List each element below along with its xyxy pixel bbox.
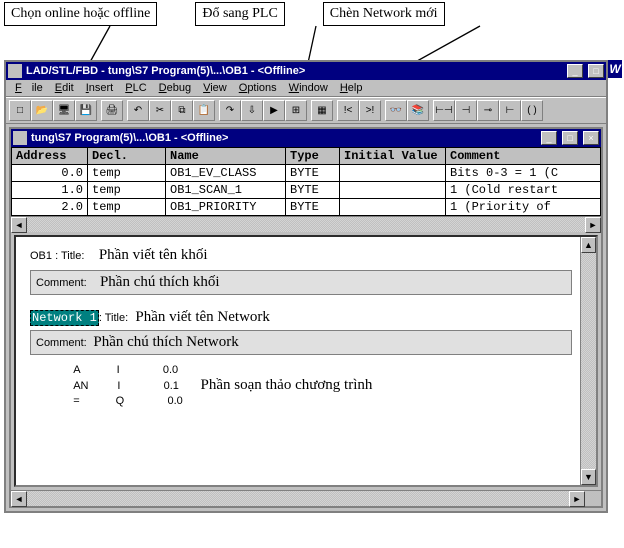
stl-code[interactable]: A I 0.0 AN I 0.1 Phần soạn thảo chương t… xyxy=(30,363,572,408)
th-comment: Comment xyxy=(446,148,601,165)
child-maximize-button[interactable]: □ xyxy=(562,131,578,145)
coil-button[interactable]: ⊸ xyxy=(477,100,499,121)
open-button[interactable]: 📂 xyxy=(31,100,53,121)
table-row[interactable]: 2.0tempOB1_PRIORITYBYTE1 (Priority of xyxy=(12,199,601,216)
minimize-button[interactable]: _ xyxy=(567,64,583,78)
callout-insert-network: Chèn Network mới xyxy=(323,2,445,26)
go-button[interactable]: ▶ xyxy=(263,100,285,121)
block-button[interactable]: ▦ xyxy=(311,100,333,121)
child-title-text: tung\S7 Program(5)\...\OB1 - <Offline> xyxy=(31,132,536,144)
network-title-text[interactable]: Phần viết tên Network xyxy=(135,309,270,325)
main-titlebar: LAD/STL/FBD - tung\S7 Program(5)\...\OB1… xyxy=(6,62,606,80)
th-address: Address xyxy=(12,148,88,165)
next-err-button[interactable]: >! xyxy=(359,100,381,121)
branch-open-button[interactable]: ⊢ xyxy=(499,100,521,121)
menu-view[interactable]: View xyxy=(198,81,232,95)
ob-title-line: OB1 : Title: Phần viết tên khối xyxy=(30,247,572,264)
redo-button[interactable]: ↷ xyxy=(219,100,241,121)
network-comment-box[interactable]: Comment: Phần chú thích Network xyxy=(30,330,572,355)
th-init: Initial Value xyxy=(340,148,446,165)
code-editor: OB1 : Title: Phần viết tên khối Comment:… xyxy=(14,235,598,487)
scroll-right-icon[interactable]: ► xyxy=(569,491,585,507)
network-comment-text: Phần chú thích Network xyxy=(93,334,238,350)
child-minimize-button[interactable]: _ xyxy=(541,131,557,145)
new-button[interactable]: □ xyxy=(9,100,31,121)
cut-button[interactable]: ✂ xyxy=(149,100,171,121)
editor-vscrollbar[interactable]: ▲ ▼ xyxy=(580,237,596,485)
catalog-button[interactable]: 📚 xyxy=(407,100,429,121)
main-title-text: LAD/STL/FBD - tung\S7 Program(5)\...\OB1… xyxy=(26,65,562,77)
table-row[interactable]: 1.0tempOB1_SCAN_1BYTE1 (Cold restart xyxy=(12,182,601,199)
scroll-left-icon[interactable]: ◄ xyxy=(11,491,27,507)
callout-download-plc: Đổ sang PLC xyxy=(195,2,284,26)
save-button[interactable]: 💾 xyxy=(75,100,97,121)
app-icon xyxy=(8,64,22,78)
child-window: tung\S7 Program(5)\...\OB1 - <Offline> _… xyxy=(9,127,603,508)
scroll-left-icon[interactable]: ◄ xyxy=(11,217,27,233)
ob-title-text[interactable]: Phần viết tên khối xyxy=(99,247,208,263)
menu-insert[interactable]: Insert xyxy=(81,81,119,95)
copy-button[interactable]: ⧉ xyxy=(171,100,193,121)
branch-close-button[interactable]: ( ) xyxy=(521,100,543,121)
child-close-button[interactable]: × xyxy=(583,131,599,145)
insert-network-button[interactable]: ⊞ xyxy=(285,100,307,121)
toolbar: □ 📂 🖥 💾 🖨 ↶ ✂ ⧉ 📋 ↷ ⇩ ▶ ⊞ ▦ !< >! 👓 📚 ⊢⊣… xyxy=(6,97,606,124)
contact-no-button[interactable]: ⊢⊣ xyxy=(433,100,455,121)
th-type: Type xyxy=(286,148,340,165)
prev-err-button[interactable]: !< xyxy=(337,100,359,121)
ob-comment-text: Phần chú thích khối xyxy=(100,274,220,290)
menu-help[interactable]: Help xyxy=(335,81,368,95)
code-editor-content[interactable]: OB1 : Title: Phần viết tên khối Comment:… xyxy=(16,237,580,485)
menu-options[interactable]: Options xyxy=(234,81,282,95)
print-button[interactable]: 🖨 xyxy=(101,100,123,121)
th-decl: Decl. xyxy=(88,148,166,165)
table-header-row: Address Decl. Name Type Initial Value Co… xyxy=(12,148,601,165)
stl-annotation: Phần soạn thảo chương trình xyxy=(201,377,373,393)
editor-hscrollbar[interactable]: ◄ ► xyxy=(11,490,601,506)
scrollbar-corner xyxy=(585,491,601,506)
scroll-down-icon[interactable]: ▼ xyxy=(581,469,596,485)
network-title-line: Network 1: Title: Phần viết tên Network xyxy=(30,309,572,326)
child-icon xyxy=(13,131,27,145)
app-window: LAD/STL/FBD - tung\S7 Program(5)\...\OB1… xyxy=(4,60,608,513)
maximize-button[interactable]: □ xyxy=(588,64,604,78)
menubar: File Edit Insert PLC Debug View Options … xyxy=(6,80,606,97)
child-titlebar: tung\S7 Program(5)\...\OB1 - <Offline> _… xyxy=(11,129,601,147)
paste-button[interactable]: 📋 xyxy=(193,100,215,121)
th-name: Name xyxy=(166,148,286,165)
menu-plc[interactable]: PLC xyxy=(120,81,151,95)
undo-button[interactable]: ↶ xyxy=(127,100,149,121)
scroll-right-icon[interactable]: ► xyxy=(585,217,601,233)
scroll-up-icon[interactable]: ▲ xyxy=(581,237,596,253)
table-hscrollbar[interactable]: ◄ ► xyxy=(11,216,601,232)
menu-debug[interactable]: Debug xyxy=(154,81,196,95)
monitor-button[interactable]: 👓 xyxy=(385,100,407,121)
online-toggle-button[interactable]: 🖥 xyxy=(53,100,75,121)
declaration-table: Address Decl. Name Type Initial Value Co… xyxy=(11,147,601,216)
table-row[interactable]: 0.0tempOB1_EV_CLASSBYTEBits 0-3 = 1 (C xyxy=(12,165,601,182)
download-plc-button[interactable]: ⇩ xyxy=(241,100,263,121)
menu-edit[interactable]: Edit xyxy=(50,81,79,95)
adjacent-window-fragment: W xyxy=(608,60,622,78)
contact-nc-button[interactable]: ⊣ xyxy=(455,100,477,121)
network-label[interactable]: Network 1 xyxy=(30,310,99,326)
ob-comment-box[interactable]: Comment: Phần chú thích khối xyxy=(30,270,572,295)
menu-file[interactable]: File xyxy=(10,81,48,95)
menu-window[interactable]: Window xyxy=(284,81,333,95)
callout-online-offline: Chọn online hoặc offline xyxy=(4,2,157,26)
